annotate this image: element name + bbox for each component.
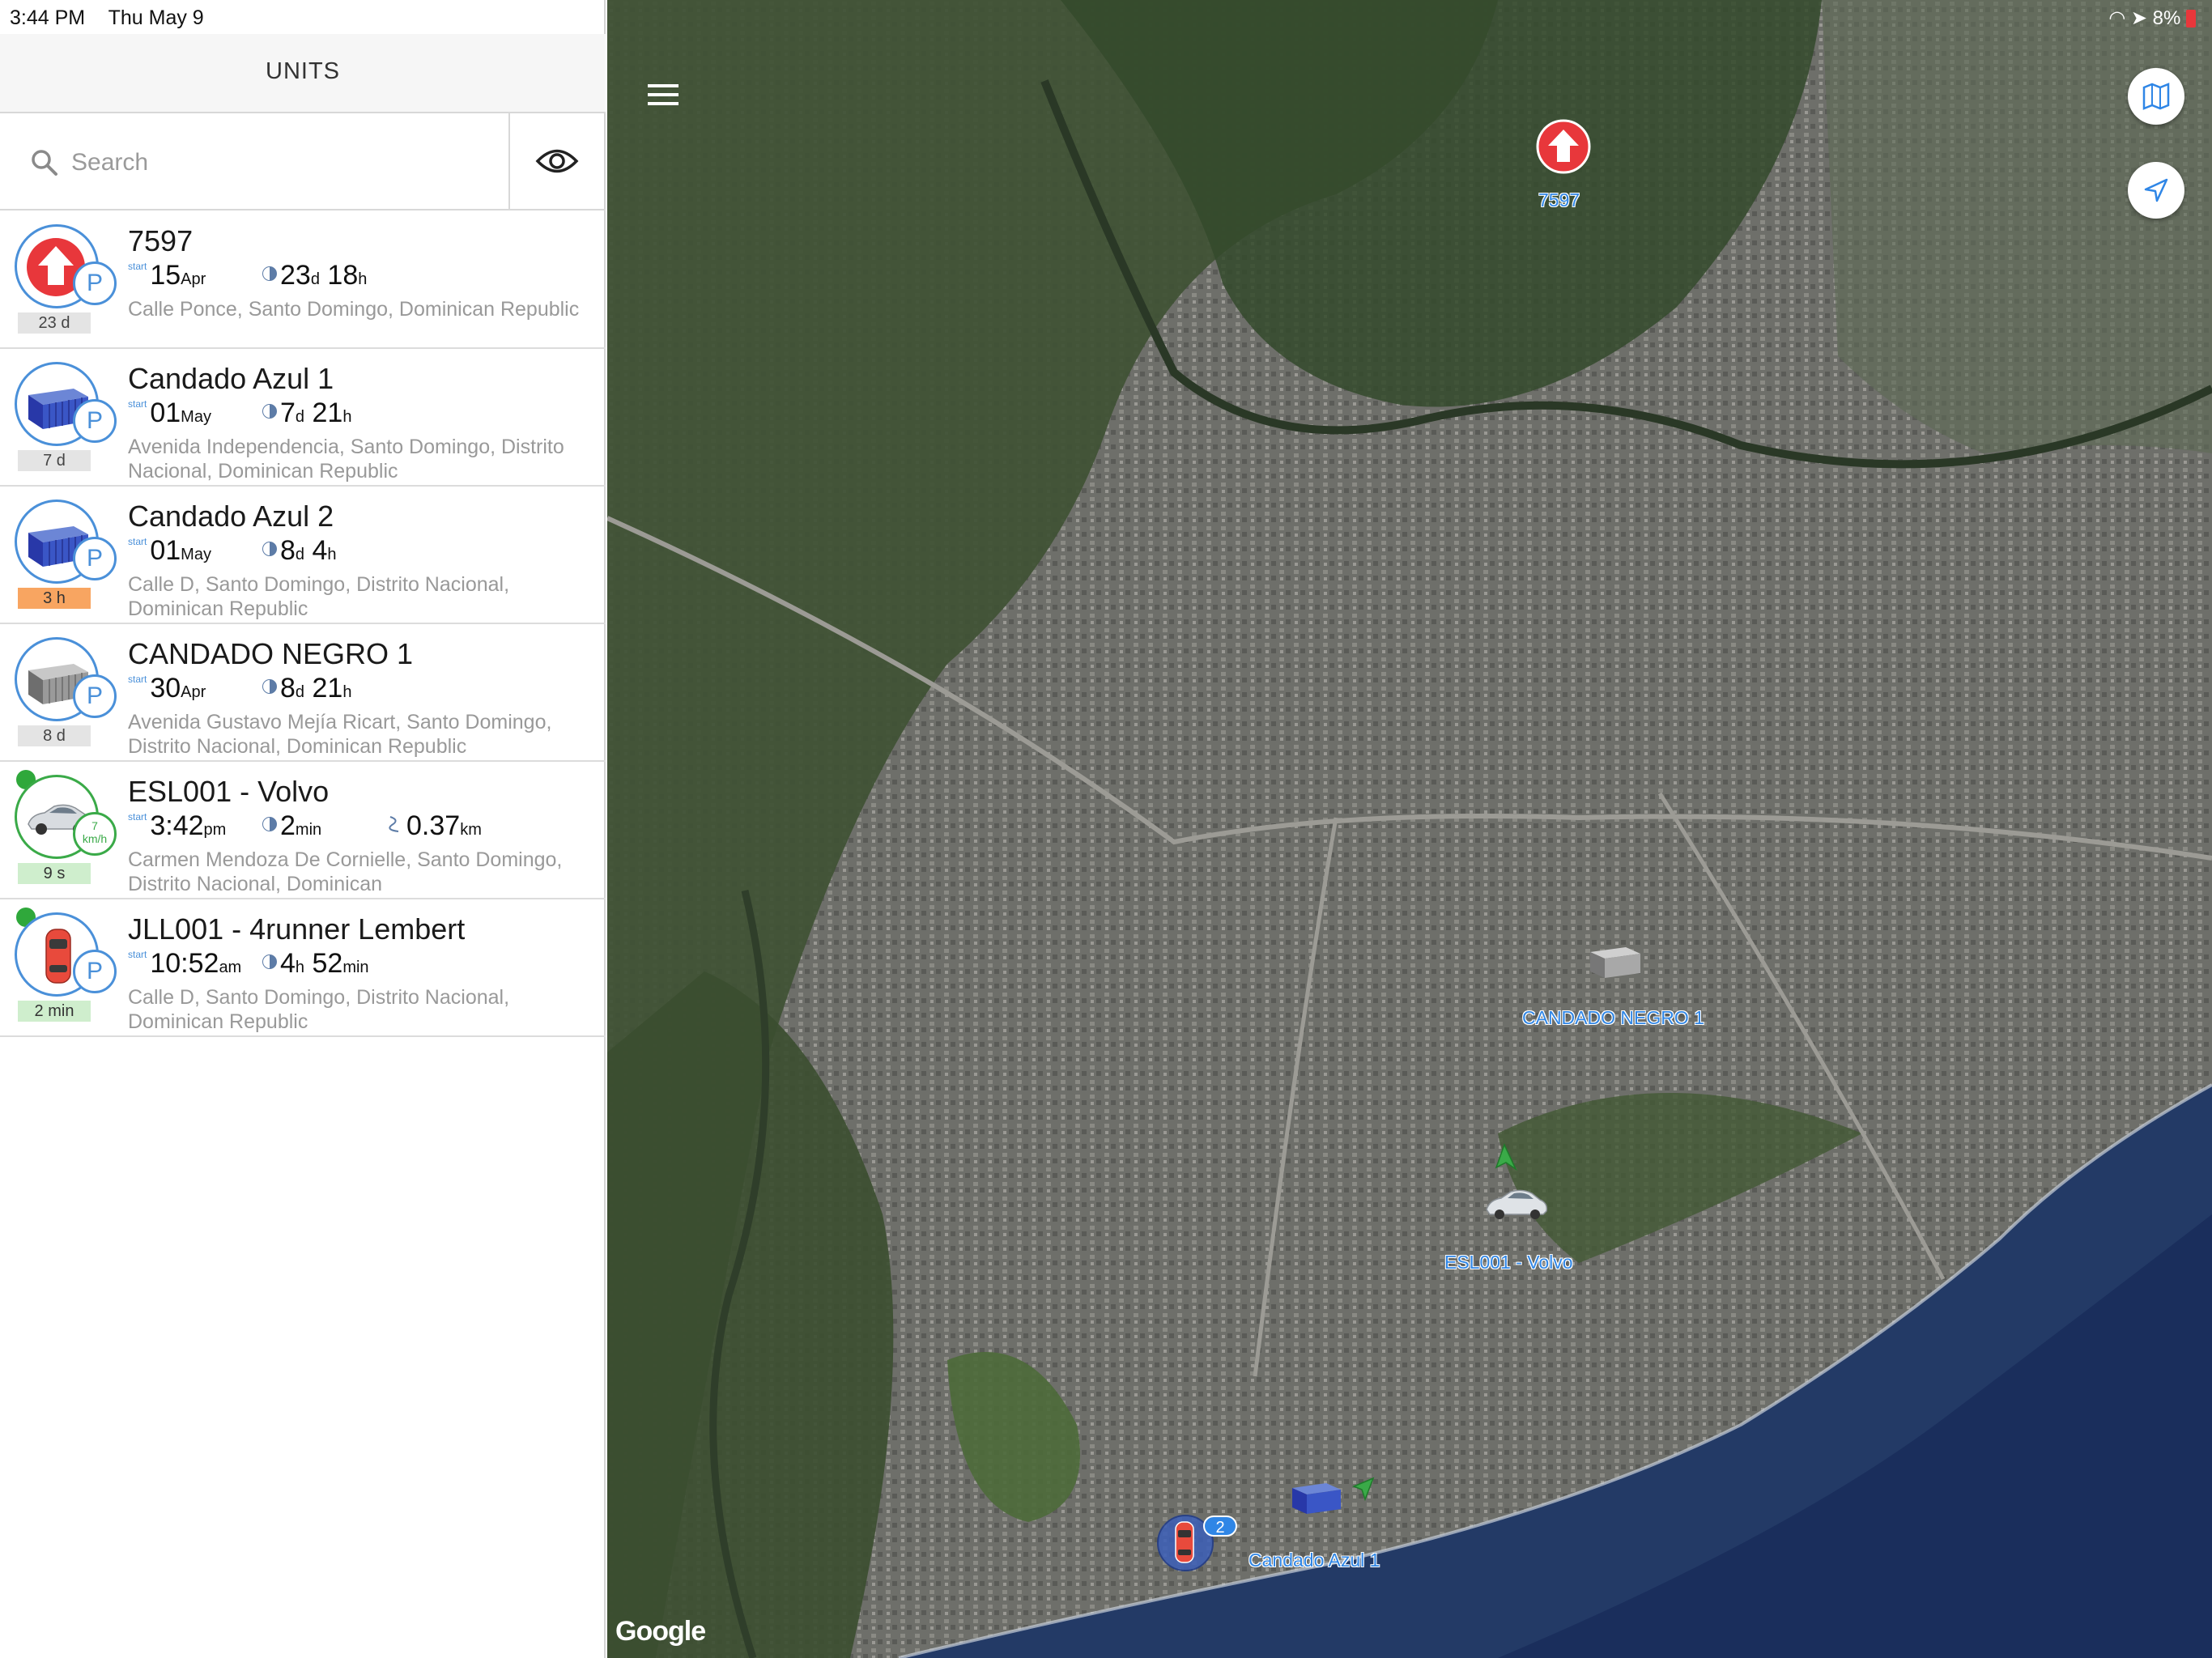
divider <box>508 113 510 210</box>
container-marker-icon[interactable] <box>1587 942 1645 981</box>
distance-stat: 0.37km <box>387 810 482 842</box>
duration-icon <box>262 542 277 556</box>
unit-address: Calle D, Santo Domingo, Distrito Naciona… <box>128 986 510 1033</box>
list-item[interactable]: P 7 d Candado Azul 1 start 01May 7d 21h A… <box>0 349 606 487</box>
unit-name: JLL001 - 4runner Lembert <box>128 912 466 946</box>
duration-stat: 7d 21h <box>262 397 351 429</box>
parking-icon: P <box>73 950 117 993</box>
start-stat: start 01May <box>128 535 211 566</box>
speed-badge: 7 km/h <box>73 812 117 856</box>
parking-icon: P <box>73 537 117 580</box>
direction-arrow-icon <box>1352 1477 1375 1502</box>
units-panel: 3:44 PM Thu May 9 UNITS P 23 d 7597 <box>0 0 606 1658</box>
duration-icon <box>262 817 277 831</box>
marker-label: Candado Azul 1 <box>1249 1550 1380 1571</box>
duration-stat: 4h 52min <box>262 948 369 980</box>
start-stat: start 30Apr <box>128 673 206 704</box>
unit-address: Calle Ponce, Santo Domingo, Dominican Re… <box>128 298 580 321</box>
navigation-bar: UNITS <box>0 34 606 113</box>
unit-address: Avenida Independencia, Santo Domingo, Di… <box>128 436 564 483</box>
age-badge: 7 d <box>18 450 91 471</box>
unit-name: ESL001 - Volvo <box>128 775 330 808</box>
map-layers-button[interactable] <box>2128 68 2184 125</box>
start-stat: start 15Apr <box>128 260 206 291</box>
unit-name: Candado Azul 1 <box>128 362 334 395</box>
unit-address: Avenida Gustavo Mejía Ricart, Santo Domi… <box>128 711 552 758</box>
satellite-map[interactable]: ◠ ➤ 8% 7597 CANDADO NEGRO 1 ESL001 - Vol… <box>607 0 2212 1658</box>
status-bar-right: ◠ ➤ 8% <box>2108 5 2196 32</box>
parking-icon: P <box>73 399 117 443</box>
status-date: Thu May 9 <box>108 6 204 29</box>
unit-name: 7597 <box>128 224 194 257</box>
start-stat: start 10:52am <box>128 948 242 979</box>
start-stat: start 01May <box>128 397 211 428</box>
unit-list: P 23 d 7597 start 15Apr 23d 18h Calle Pon… <box>0 211 606 1037</box>
google-logo: Google <box>615 1616 706 1647</box>
unit-address: Calle D, Santo Domingo, Distrito Naciona… <box>128 573 510 620</box>
duration-icon <box>262 954 277 969</box>
duration-stat: 23d 18h <box>262 260 367 291</box>
age-badge: 8 d <box>18 725 91 746</box>
age-badge: 2 min <box>18 1001 91 1022</box>
age-badge: 3 h <box>18 588 91 609</box>
status-bar-left: 3:44 PM Thu May 9 <box>10 3 222 32</box>
duration-stat: 8d 4h <box>262 535 337 567</box>
status-time: 3:44 PM <box>10 6 86 29</box>
list-item[interactable]: P 23 d 7597 start 15Apr 23d 18h Calle Pon… <box>0 211 606 349</box>
unit-name: Candado Azul 2 <box>128 500 334 533</box>
start-stat: start 3:42pm <box>128 810 227 841</box>
list-item[interactable]: P 2 min JLL001 - 4runner Lembert start 10… <box>0 899 606 1037</box>
age-badge: 23 d <box>18 312 91 334</box>
search-input[interactable] <box>71 144 492 181</box>
cluster-count-badge: 2 <box>1203 1516 1237 1537</box>
menu-icon[interactable] <box>648 84 680 108</box>
map-imagery <box>607 0 2212 1658</box>
unit-address: Carmen Mendoza De Cornielle, Santo Domin… <box>128 848 563 895</box>
search-row <box>0 113 606 210</box>
search-icon <box>32 150 57 176</box>
unit-name: CANDADO NEGRO 1 <box>128 637 414 670</box>
eye-icon[interactable] <box>534 142 580 180</box>
navigation-arrow-icon <box>2144 178 2168 202</box>
marker-label: ESL001 - Volvo <box>1444 1252 1573 1273</box>
list-item[interactable]: P 8 d CANDADO NEGRO 1 start 30Apr 8d 21h … <box>0 624 606 762</box>
alert-marker-icon[interactable] <box>1535 118 1592 175</box>
age-badge: 9 s <box>18 863 91 884</box>
duration-stat: 8d 21h <box>262 673 351 704</box>
parking-icon: P <box>73 261 117 305</box>
battery-level: 8% <box>2152 7 2181 29</box>
my-location-button[interactable] <box>2128 162 2184 219</box>
duration-icon <box>262 404 277 419</box>
duration-icon <box>262 266 277 281</box>
location-icon: ➤ <box>2130 7 2147 29</box>
marker-label: CANDADO NEGRO 1 <box>1522 1007 1704 1028</box>
parking-icon: P <box>73 674 117 718</box>
wifi-icon: ◠ <box>2108 7 2126 29</box>
duration-stat: 2min <box>262 810 321 842</box>
marker-label: 7597 <box>1538 189 1580 210</box>
list-item[interactable]: 7 km/h 9 s ESL001 - Volvo start 3:42pm 2m… <box>0 762 606 899</box>
map-icon <box>2142 83 2170 110</box>
car-marker-icon[interactable] <box>1482 1182 1550 1224</box>
container-marker-icon[interactable] <box>1289 1478 1346 1517</box>
direction-arrow-icon <box>1495 1143 1517 1171</box>
list-item[interactable]: P 3 h Candado Azul 2 start 01May 8d 4h Ca… <box>0 487 606 624</box>
duration-icon <box>262 679 277 694</box>
battery-icon <box>2186 10 2196 28</box>
route-icon <box>389 816 399 832</box>
page-title: UNITS <box>266 58 340 84</box>
